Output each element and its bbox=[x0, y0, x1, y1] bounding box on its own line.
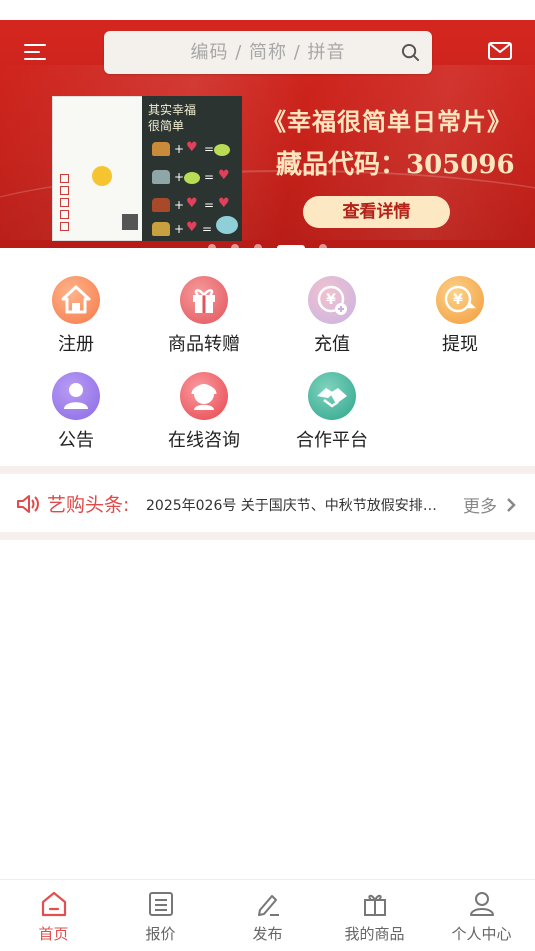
grid-item-partner-platform[interactable]: 合作平台 bbox=[267, 372, 397, 462]
ticker-headline[interactable]: 2025年026号 关于国庆节、中秋节放假安排的... bbox=[146, 495, 446, 515]
tab-label: 个人中心 bbox=[451, 925, 512, 943]
tab-publish[interactable]: 发布 bbox=[214, 880, 321, 951]
grid-item-label: 提现 bbox=[442, 334, 478, 355]
gift-icon bbox=[180, 276, 228, 324]
grid-item-label: 在线咨询 bbox=[168, 430, 240, 451]
support-agent-icon bbox=[180, 372, 228, 420]
stamp-title: 其实幸福 很简单 bbox=[148, 103, 197, 133]
news-ticker[interactable]: 艺购头条: 2025年026号 关于国庆节、中秋节放假安排的... 更多 bbox=[0, 476, 535, 532]
function-grid: 注册 商品转赠 ¥ 充值 ¥ 提现 公告 在线咨询 合作平台 bbox=[0, 248, 535, 466]
banner-title: 《幸福很简单日常片》 bbox=[262, 107, 512, 136]
grid-item-label: 合作平台 bbox=[296, 430, 368, 451]
grid-item-label: 公告 bbox=[58, 430, 94, 451]
menu-icon[interactable] bbox=[24, 42, 48, 64]
banner-stamp-image: 其实幸福 很简单 + ♥ = + = ♥ + ♥ = ♥ + ♥ = bbox=[52, 96, 242, 241]
gift-box-icon bbox=[364, 894, 386, 916]
grid-item-label: 商品转赠 bbox=[168, 334, 240, 355]
quote-list-icon bbox=[149, 892, 173, 916]
grid-item-label: 注册 bbox=[58, 334, 94, 355]
grid-item-label: 充值 bbox=[314, 334, 350, 355]
handshake-icon bbox=[308, 372, 356, 420]
ticker-heading: 艺购头条: bbox=[47, 494, 130, 516]
tab-my-goods[interactable]: 我的商品 bbox=[321, 880, 428, 951]
tab-label: 我的商品 bbox=[344, 925, 405, 943]
view-details-button[interactable]: 查看详情 bbox=[303, 196, 450, 228]
search-input[interactable]: 编码 / 简称 / 拼音 bbox=[104, 31, 432, 74]
section-divider bbox=[0, 532, 535, 540]
user-announce-icon bbox=[52, 372, 100, 420]
grid-item-withdraw[interactable]: ¥ 提现 bbox=[395, 276, 525, 366]
edit-pen-icon bbox=[258, 895, 279, 916]
home-icon bbox=[52, 276, 100, 324]
banner-code: 藏品代码：305096 bbox=[276, 150, 515, 180]
chevron-right-icon[interactable] bbox=[505, 496, 517, 514]
tab-label: 首页 bbox=[38, 925, 69, 943]
mail-icon[interactable] bbox=[488, 42, 512, 60]
speaker-icon bbox=[17, 495, 39, 513]
tab-label: 发布 bbox=[252, 925, 283, 943]
status-bar bbox=[0, 0, 535, 20]
bottom-tab-bar: 首页 报价 发布 我的商品 个人中心 bbox=[0, 879, 535, 951]
section-divider bbox=[0, 466, 535, 474]
tab-label: 报价 bbox=[145, 925, 176, 943]
yuan-withdraw-icon: ¥ bbox=[436, 276, 484, 324]
grid-item-gift-transfer[interactable]: 商品转赠 bbox=[139, 276, 269, 366]
grid-item-announcement[interactable]: 公告 bbox=[11, 372, 141, 462]
grid-item-recharge[interactable]: ¥ 充值 bbox=[267, 276, 397, 366]
svg-text:¥: ¥ bbox=[453, 292, 463, 308]
user-icon bbox=[470, 892, 494, 916]
tab-home[interactable]: 首页 bbox=[0, 880, 107, 951]
search-icon[interactable] bbox=[401, 43, 420, 62]
tab-quote[interactable]: 报价 bbox=[107, 880, 214, 951]
svg-text:¥: ¥ bbox=[326, 292, 336, 308]
tab-profile[interactable]: 个人中心 bbox=[428, 880, 535, 951]
search-placeholder: 编码 / 简称 / 拼音 bbox=[190, 42, 346, 63]
yuan-plus-icon: ¥ bbox=[308, 276, 356, 324]
home-tab-icon bbox=[41, 891, 67, 917]
grid-item-online-consult[interactable]: 在线咨询 bbox=[139, 372, 269, 462]
grid-item-register[interactable]: 注册 bbox=[11, 276, 141, 366]
ticker-more-link[interactable]: 更多 bbox=[463, 492, 497, 517]
